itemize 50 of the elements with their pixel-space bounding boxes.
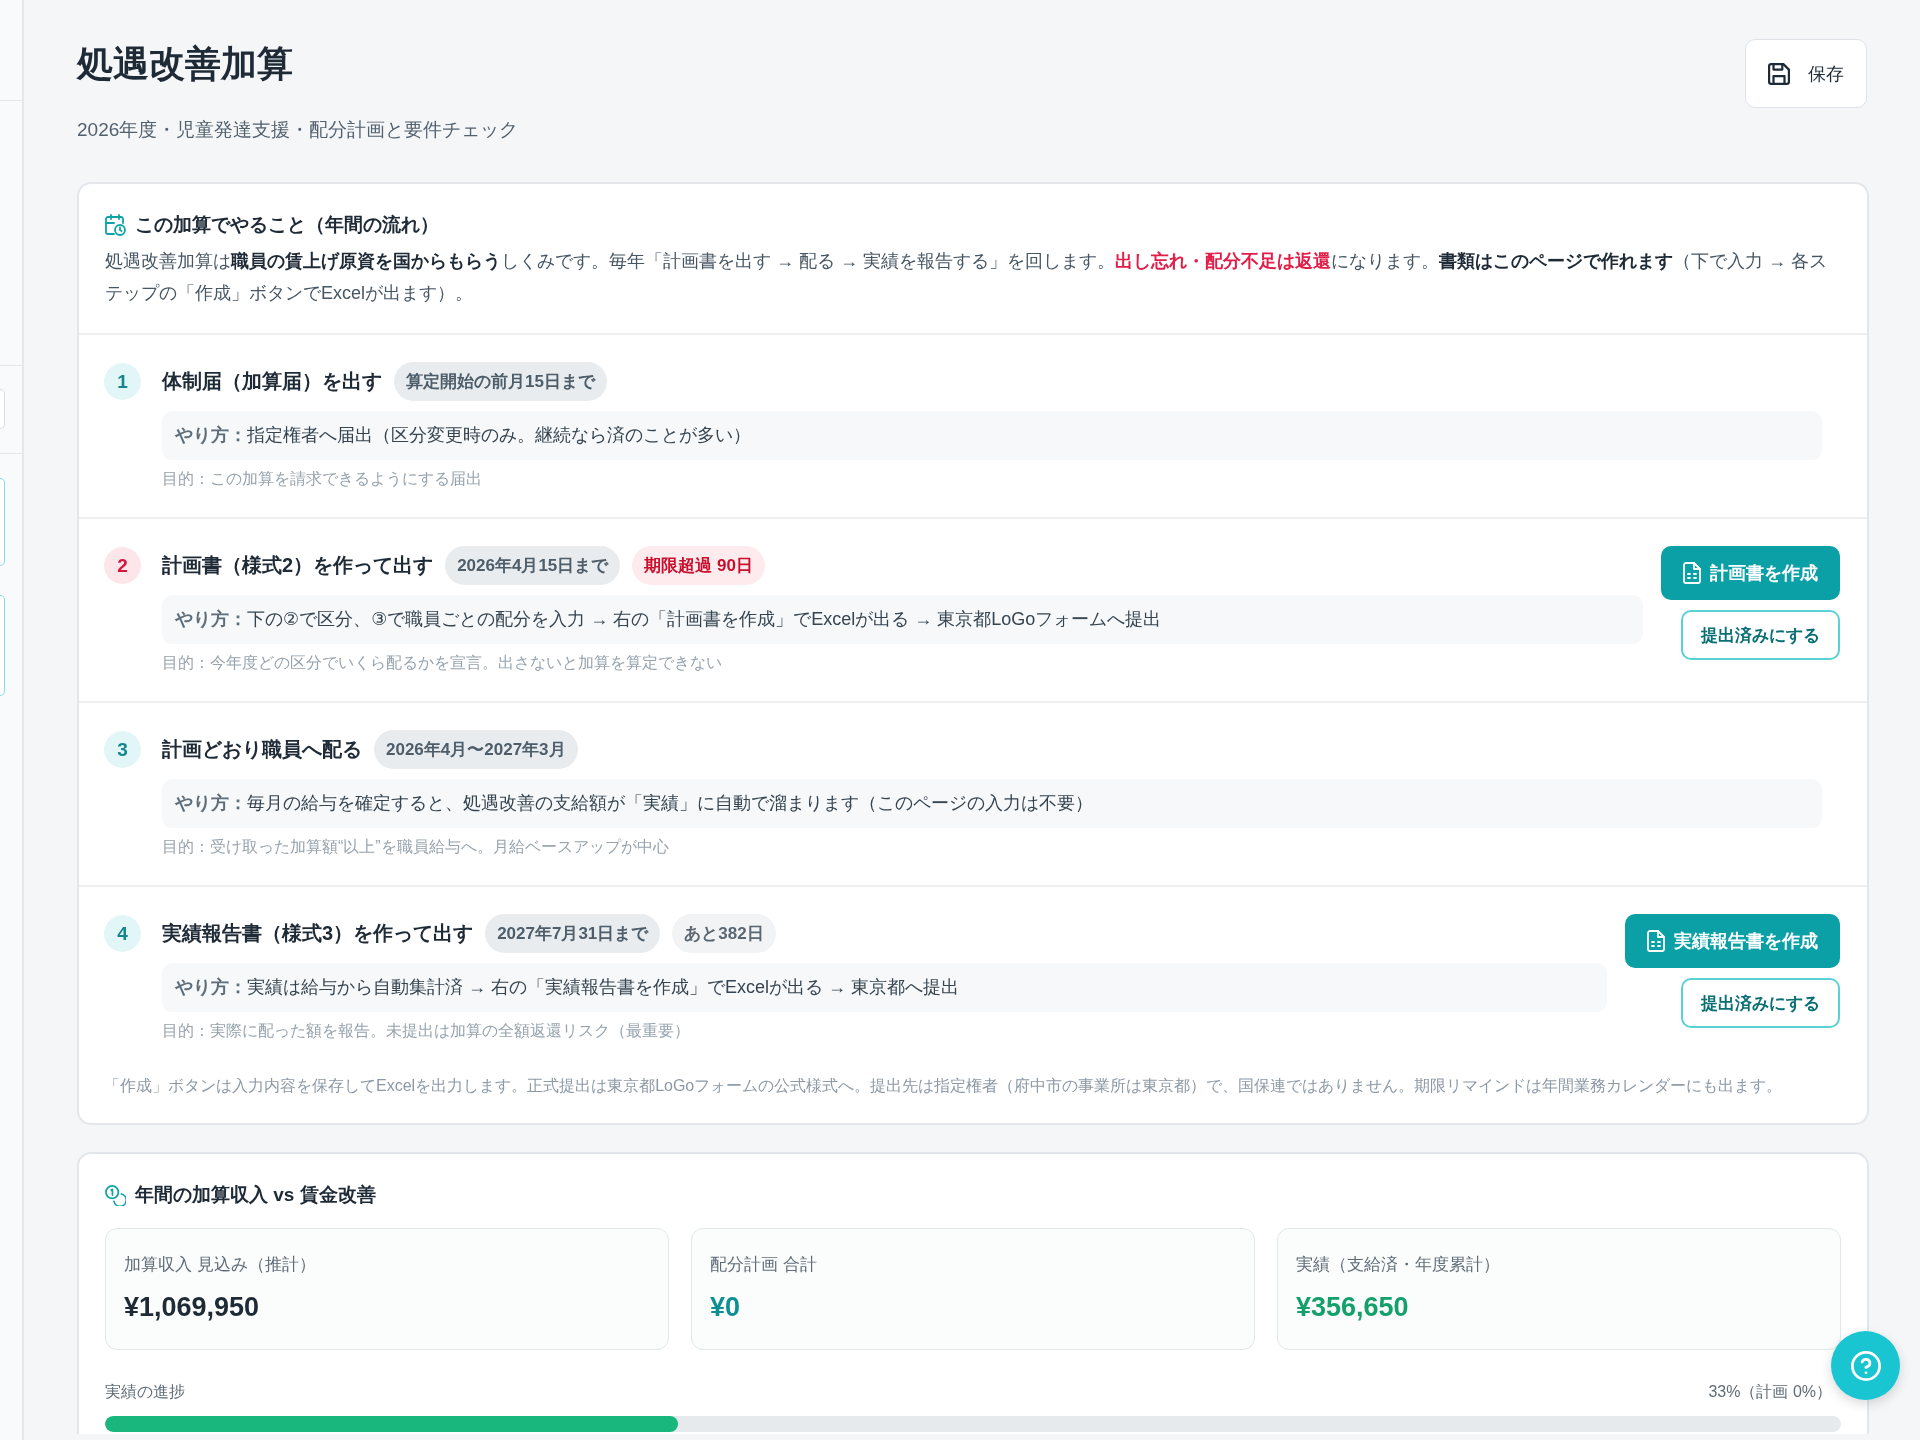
coins-icon [105,1184,126,1206]
page-title: 処遇改善加算 [77,42,294,86]
stat-label: 加算収入 見込み（推計） [124,1254,317,1276]
progress-reading: 33%（計画 0%） [1708,1382,1832,1402]
create-document-button[interactable]: 実績報告書を作成 [1625,914,1840,968]
purpose-text: 目的：受け取った加算額“以上”を職員給与へ。月給ベースアップが中心 [162,837,670,857]
step-number: 2 [104,547,141,584]
instruction-panel: やり方：指定権者へ届出（区分変更時のみ。継続なら済のことが多い） [162,411,1822,460]
document-icon [1647,930,1665,952]
overdue-badge: 期限超過 90日 [632,546,765,585]
deadline-badge: 2027年7月31日まで [485,914,661,953]
deadline-badge: 算定開始の前月15日まで [394,362,607,401]
save-button[interactable]: 保存 [1745,39,1867,108]
instruction-panel: やり方：毎月の給与を確定すると、処遇改善の支給額が「実績」に自動で溜まります（このページの入力は不要） [162,779,1822,828]
days-left-badge: あと382日 [672,914,776,953]
purpose-text: 目的：実際に配った額を報告。未提出は加算の全額返還リスク（最重要） [162,1021,691,1041]
step-number: 4 [104,915,141,952]
step-title: 計画書（様式2）を作って出す [162,553,434,578]
sidebar-item[interactable] [0,478,5,566]
footnote-text: 「作成」ボタンは入力内容を保存してExcelを出力します。正式提出は東京都LoGoフォームの公式様式へ。提出先は指定権者（府中市の事業所は東京都）で、国保連ではありません。期限リマインドは年間業務カレンダーにも出ます。 [103,1076,1784,1096]
create-document-button[interactable]: 計画書を作成 [1661,546,1840,600]
step-number: 3 [104,731,141,768]
period-badge: 2026年4月〜2027年3月 [374,730,578,769]
card-title: この加算でやること（年間の流れ） [135,213,439,237]
page-subtitle: 2026年度・児童発達支援・配分計画と要件チェック [77,118,519,142]
purpose-text: 目的：今年度どの区分でいくら配るかを宣言。出さないと加算を算定できない [162,653,723,673]
instruction-panel: やり方：実績は給与から自動集計済 → 右の「実績報告書を作成」でExcelが出る → 東京都へ提出 [162,963,1607,1012]
stat-value: ¥356,650 [1296,1291,1410,1324]
stat-value: ¥1,069,950 [124,1291,261,1324]
stat-label: 実績（支給済・年度累計） [1296,1254,1501,1276]
progress-label: 実績の進捗 [105,1382,185,1402]
help-icon [1850,1350,1881,1381]
step-title: 計画どおり職員へ配る [162,737,362,762]
mark-submitted-button[interactable]: 提出済みにする [1681,610,1840,660]
document-icon [1683,562,1701,584]
intro-text: 処遇改善加算は職員の賃上げ原資を国からもらう しくみです。毎年「計画書を出す → 配る → 実績を報告する」を回します。出し忘れ・配分不足は返還になります。書類はこのページで作れます（下で入力 → 各ステップの「作成」ボタンでExcelが出ます）。 [105,250,1829,305]
sidebar-item[interactable] [0,595,5,696]
step-title: 体制届（加算届）を出す [162,369,382,394]
calendar-clock-icon [105,214,126,236]
save-icon [1768,62,1790,85]
instruction-panel: やり方：下の②で区分、③で職員ごとの配分を入力 → 右の「計画書を作成」でExcelが出る → 東京都LoGoフォームへ提出 [162,595,1643,644]
card-title: 年間の加算収入 vs 賃金改善 [135,1183,376,1207]
stat-value: ¥0 [710,1291,742,1324]
step-number: 1 [104,363,141,400]
mark-submitted-button[interactable]: 提出済みにする [1681,978,1840,1028]
stat-label: 配分計画 合計 [710,1254,818,1276]
purpose-text: 目的：この加算を請求できるようにする届出 [162,469,483,489]
deadline-badge: 2026年4月15日まで [445,546,621,585]
sidebar-field[interactable] [0,389,5,429]
step-title: 実績報告書（様式3）を作って出す [162,921,474,946]
